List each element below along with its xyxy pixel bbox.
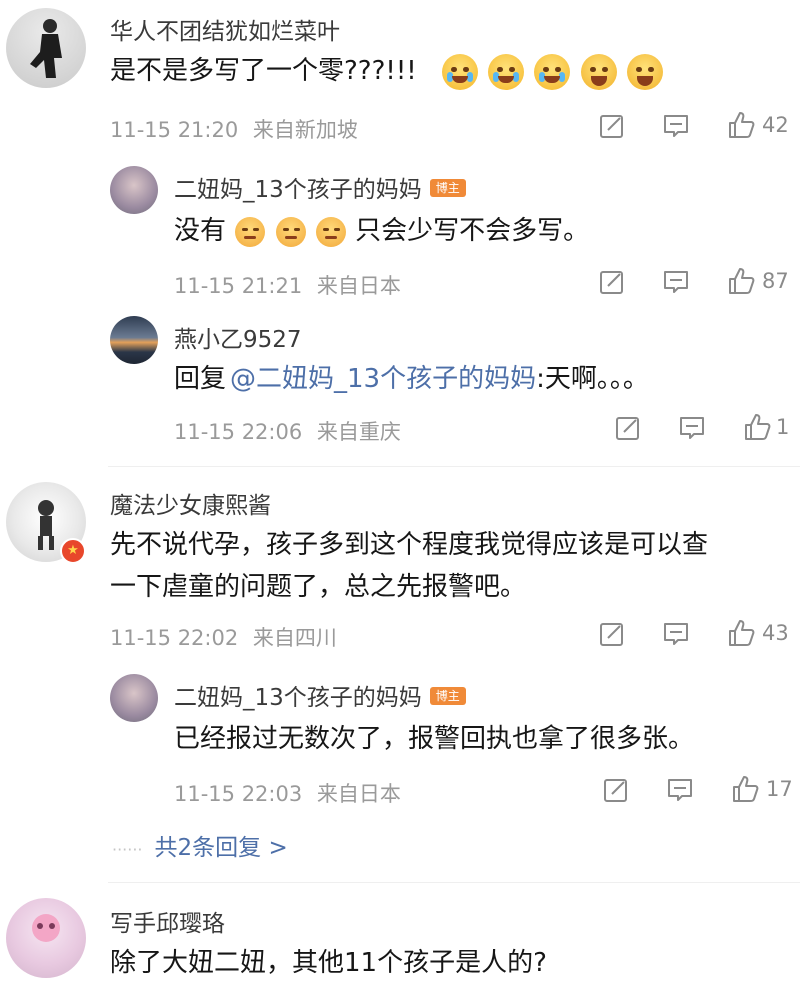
- comment-meta: 11-15 22:06 来自重庆: [174, 416, 401, 446]
- comment-text: 一下虐童的问题了，总之先报警吧。: [110, 572, 527, 602]
- comment-text: 没有 只会少写不会多写。: [174, 216, 590, 247]
- comment-button[interactable]: [666, 776, 694, 804]
- like-button[interactable]: 17: [730, 774, 793, 804]
- crying-emoji-icon: [488, 53, 525, 90]
- username[interactable]: 二妞妈_13个孩子的妈妈 博主: [174, 170, 466, 204]
- thumbs-up-icon: [745, 414, 771, 440]
- verified-badge-icon: ★: [60, 538, 86, 564]
- expand-replies-link[interactable]: ······ 共2条回复 >: [112, 828, 288, 862]
- location: 来自日本: [316, 782, 401, 806]
- location: 来自新加坡: [252, 118, 358, 142]
- like-button[interactable]: 42: [726, 110, 789, 140]
- location: 来自日本: [316, 274, 401, 298]
- dots-icon: ······: [112, 840, 143, 859]
- thumbs-up-icon: [729, 112, 755, 138]
- avatar[interactable]: [6, 8, 86, 88]
- like-count: 17: [766, 777, 793, 801]
- like-button[interactable]: 1: [742, 412, 789, 442]
- timestamp: 11-15 22:06: [174, 420, 303, 444]
- thumbs-up-icon: [733, 776, 759, 802]
- comment-text: 回复 @二妞妈_13个孩子的妈妈:天啊。。。: [174, 364, 649, 394]
- comment-meta: 11-15 22:03 来自日本: [174, 778, 401, 808]
- smirk-emoji-icon: [315, 216, 346, 247]
- avatar[interactable]: [110, 166, 158, 214]
- mention-link[interactable]: @二妞妈_13个孩子的妈妈: [230, 364, 536, 394]
- share-icon: [604, 779, 627, 802]
- share-icon: [600, 623, 623, 646]
- comment-text: 先不说代孕，孩子多到这个程度我觉得应该是可以查: [110, 530, 709, 560]
- crying-emoji-icon: [441, 53, 478, 90]
- like-count: 87: [762, 269, 789, 293]
- username[interactable]: 魔法少女康熙酱: [110, 486, 271, 520]
- author-badge: 博主: [429, 178, 466, 197]
- comment-meta: 11-15 21:20 来自新加坡: [110, 114, 358, 144]
- share-button[interactable]: [598, 112, 626, 140]
- avatar[interactable]: [110, 316, 158, 364]
- comment-icon: [664, 271, 688, 293]
- comment-text: 是不是多写了一个零???!!!: [110, 50, 664, 92]
- comment-button[interactable]: [662, 112, 690, 140]
- share-button[interactable]: [602, 776, 630, 804]
- username[interactable]: 二妞妈_13个孩子的妈妈 博主: [174, 678, 466, 712]
- laughing-emoji-icon: [627, 53, 663, 90]
- username[interactable]: 华人不团结犹如烂菜叶: [110, 12, 340, 46]
- timestamp: 11-15 22:02: [110, 626, 239, 650]
- comment-meta: 11-15 22:02 来自四川: [110, 622, 337, 652]
- timestamp: 11-15 21:20: [110, 118, 239, 142]
- comment-icon: [668, 779, 692, 801]
- share-icon: [600, 271, 623, 294]
- crying-emoji-icon: [534, 53, 571, 90]
- like-button[interactable]: 43: [726, 618, 789, 648]
- comment-icon: [680, 417, 704, 439]
- comment-button[interactable]: [662, 620, 690, 648]
- username[interactable]: 燕小乙9527: [174, 320, 302, 354]
- avatar[interactable]: [6, 898, 86, 978]
- thumbs-up-icon: [729, 268, 755, 294]
- smirk-emoji-icon: [275, 216, 306, 247]
- timestamp: 11-15 22:03: [174, 782, 303, 806]
- divider: [108, 882, 800, 883]
- share-button[interactable]: [598, 620, 626, 648]
- thumbs-up-icon: [729, 620, 755, 646]
- avatar[interactable]: [110, 674, 158, 722]
- like-count: 43: [762, 621, 789, 645]
- share-icon: [600, 115, 623, 138]
- laughing-emoji-icon: [580, 53, 617, 90]
- location: 来自四川: [252, 626, 337, 650]
- location: 来自重庆: [316, 420, 401, 444]
- like-button[interactable]: 87: [726, 266, 789, 296]
- like-count: 42: [762, 113, 789, 137]
- username[interactable]: 写手邱璎珞: [110, 904, 225, 938]
- like-count: 1: [776, 415, 790, 439]
- comment-button[interactable]: [662, 268, 690, 296]
- smirk-emoji-icon: [235, 216, 266, 247]
- share-button[interactable]: [614, 414, 642, 442]
- comment-meta: 11-15 21:21 来自日本: [174, 270, 401, 300]
- divider: [108, 466, 800, 467]
- comment-text: 已经报过无数次了，报警回执也拿了很多张。: [174, 724, 695, 754]
- comment-text: 除了大妞二妞，其他11个孩子是人的?: [110, 948, 547, 978]
- comment-icon: [664, 115, 688, 137]
- comment-button[interactable]: [678, 414, 706, 442]
- share-button[interactable]: [598, 268, 626, 296]
- author-badge: 博主: [429, 686, 466, 705]
- comment-icon: [664, 623, 688, 645]
- share-icon: [616, 417, 639, 440]
- timestamp: 11-15 21:21: [174, 274, 303, 298]
